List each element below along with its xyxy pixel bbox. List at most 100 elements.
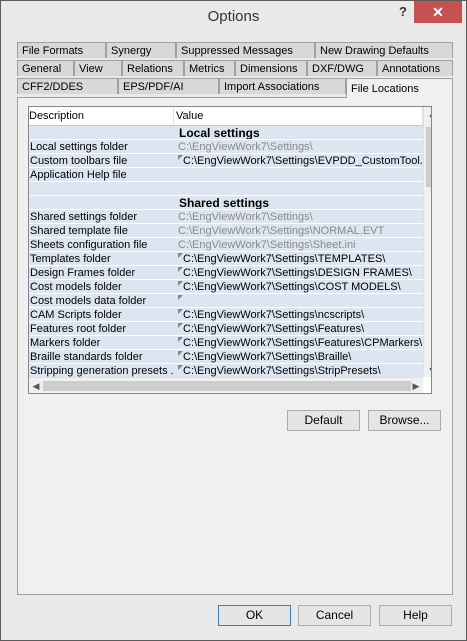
grid-cell-description: Features root folder <box>29 322 174 336</box>
grid-value-text: C:\EngViewWork7\Settings\ <box>178 141 313 153</box>
tab-metrics[interactable]: Metrics <box>184 60 235 76</box>
horizontal-scrollbar[interactable]: ◀ ▶ <box>29 377 423 393</box>
vertical-scroll-thumb[interactable] <box>426 127 431 187</box>
grid-cell-description <box>29 182 174 196</box>
grid-cell-value[interactable] <box>174 168 423 182</box>
grid-cell-description: Templates folder <box>29 252 174 266</box>
grid-cell-value[interactable]: C:\EngViewWork7\Settings\DESIGN FRAMES\ <box>174 266 423 280</box>
tab-annotations[interactable]: Annotations <box>377 60 453 76</box>
grid-row[interactable]: Shared settings folder C:\EngViewWork7\Se… <box>29 210 423 224</box>
tab-dxf-dwg[interactable]: DXF/DWG <box>307 60 377 76</box>
grid-row[interactable]: Braille standards folder C:\EngViewWork7\… <box>29 350 423 364</box>
tab-eps-pdf-ai[interactable]: EPS/PDF/AI <box>118 78 219 94</box>
tab-synergy[interactable]: Synergy <box>106 42 176 58</box>
help-question-icon[interactable]: ? <box>395 4 411 24</box>
tab-file-locations[interactable]: File Locations <box>346 78 453 98</box>
grid-row[interactable]: Markers folder C:\EngViewWork7\Settings\F… <box>29 336 423 350</box>
grid-row[interactable]: Cost models folder C:\EngViewWork7\Settin… <box>29 280 423 294</box>
close-icon[interactable]: ✕ <box>414 1 462 23</box>
tab-file-formats[interactable]: File Formats <box>17 42 106 58</box>
grid-cell-value[interactable]: C:\EngViewWork7\Settings\StripPresets\ <box>174 364 423 378</box>
grid-row[interactable]: Cost models data folder <box>29 294 423 308</box>
vertical-scrollbar[interactable]: ▲ ▼ <box>423 107 431 377</box>
grid-row[interactable]: Features root folder C:\EngViewWork7\Sett… <box>29 322 423 336</box>
tab-suppressed-messages[interactable]: Suppressed Messages <box>176 42 315 58</box>
section-title: Shared settings <box>179 196 270 210</box>
grid-row[interactable]: Application Help file <box>29 168 423 182</box>
section-title: Local settings <box>179 126 260 140</box>
grid-cell-value[interactable]: C:\EngViewWork7\Settings\ncscripts\ <box>174 308 423 322</box>
grid-cell-value[interactable]: C:\EngViewWork7\Settings\NORMAL.EVT <box>174 224 423 238</box>
grid-header: Description Value <box>29 107 423 126</box>
grid-value-text: C:\EngViewWork7\Settings\EVPDD_CustomToo… <box>183 155 423 167</box>
column-value[interactable]: Value <box>174 107 423 125</box>
grid-row[interactable]: Templates folder C:\EngViewWork7\Settings… <box>29 252 423 266</box>
grid-row[interactable]: Custom toolbars file C:\EngViewWork7\Sett… <box>29 154 423 168</box>
horizontal-scroll-thumb[interactable] <box>43 381 411 391</box>
grid-cell-description: Shared template file <box>29 224 174 238</box>
grid-cell-value[interactable]: C:\EngViewWork7\Settings\Sheet.ini <box>174 238 423 252</box>
tab-dimensions[interactable]: Dimensions <box>235 60 307 76</box>
grid-cell-value[interactable]: C:\EngViewWork7\Settings\COST MODELS\ <box>174 280 423 294</box>
grid-row[interactable]: Stripping generation presets ... C:\EngVi… <box>29 364 423 378</box>
grid-row[interactable] <box>29 182 423 196</box>
scroll-right-icon[interactable]: ▶ <box>409 378 423 393</box>
help-button[interactable]: Help <box>379 605 452 626</box>
grid-cell-description: Sheets configuration file <box>29 238 174 252</box>
tab-general[interactable]: General <box>17 60 74 76</box>
grid-cell-description: Stripping generation presets ... <box>29 364 174 378</box>
file-locations-grid: Description Value Local settings Local se… <box>28 106 432 394</box>
tab-import-associations[interactable]: Import Associations <box>219 78 346 94</box>
section-header: Local settings <box>174 126 423 140</box>
grid-row[interactable]: Shared template file C:\EngViewWork7\Sett… <box>29 224 423 238</box>
grid-cell-description: Application Help file <box>29 168 174 182</box>
grid-value-text: C:\EngViewWork7\Settings\Features\ <box>183 323 365 335</box>
grid-value-text: C:\EngViewWork7\Settings\Features\CPMark… <box>183 337 423 349</box>
grid-section-row: Local settings <box>29 126 423 140</box>
grid-cell-value[interactable]: C:\EngViewWork7\Settings\EVPDD_CustomToo… <box>174 154 423 168</box>
grid-cell-value[interactable]: C:\EngViewWork7\Settings\ <box>174 210 423 224</box>
grid-row[interactable]: Local settings folder C:\EngViewWork7\Set… <box>29 140 423 154</box>
cancel-button[interactable]: Cancel <box>298 605 371 626</box>
ok-button[interactable]: OK <box>218 605 291 626</box>
scroll-down-icon[interactable]: ▼ <box>424 363 431 377</box>
grid-cell-value[interactable]: C:\EngViewWork7\Settings\TEMPLATES\ <box>174 252 423 266</box>
column-description[interactable]: Description <box>29 107 174 125</box>
grid-value-text: C:\EngViewWork7\Settings\Sheet.ini <box>178 239 356 251</box>
grid-cell-description: Cost models folder <box>29 280 174 294</box>
tab-relations[interactable]: Relations <box>122 60 184 76</box>
tab-view[interactable]: View <box>74 60 122 76</box>
grid-cell-value[interactable]: C:\EngViewWork7\Settings\Features\CPMark… <box>174 336 423 350</box>
grid-value-text: C:\EngViewWork7\Settings\Braille\ <box>183 351 352 363</box>
grid-cell-description: Local settings folder <box>29 140 174 154</box>
grid-cell-description: Cost models data folder <box>29 294 174 308</box>
grid-cell-value[interactable]: C:\EngViewWork7\Settings\Braille\ <box>174 350 423 364</box>
grid-row[interactable]: Sheets configuration file C:\EngViewWork7… <box>29 238 423 252</box>
grid-cell-value[interactable]: C:\EngViewWork7\Settings\Features\ <box>174 322 423 336</box>
grid-value-text: C:\EngViewWork7\Settings\TEMPLATES\ <box>183 253 386 265</box>
tab-new-drawing-defaults[interactable]: New Drawing Defaults <box>315 42 453 58</box>
grid-value-text: C:\EngViewWork7\Settings\DESIGN FRAMES\ <box>183 267 412 279</box>
scroll-up-icon[interactable]: ▲ <box>424 107 431 121</box>
grid-value-text: C:\EngViewWork7\Settings\ <box>178 211 313 223</box>
grid-cell-description: Design Frames folder <box>29 266 174 280</box>
grid-value-text: C:\EngViewWork7\Settings\COST MODELS\ <box>183 281 401 293</box>
grid-row[interactable]: CAM Scripts folder C:\EngViewWork7\Settin… <box>29 308 423 322</box>
grid-cell-value[interactable] <box>174 294 423 308</box>
grid-section-row: Shared settings <box>29 196 423 210</box>
grid-row[interactable]: Design Frames folder C:\EngViewWork7\Sett… <box>29 266 423 280</box>
file-locations-panel: Description Value Local settings Local se… <box>17 97 453 595</box>
grid-cell-description <box>29 126 174 140</box>
grid-cell-value[interactable]: C:\EngViewWork7\Settings\ <box>174 140 423 154</box>
tab-cff2-ddes[interactable]: CFF2/DDES <box>17 78 118 94</box>
grid-value-text: C:\EngViewWork7\Settings\StripPresets\ <box>183 365 381 377</box>
default-button[interactable]: Default <box>287 410 360 431</box>
grid-cell-description: Shared settings folder <box>29 210 174 224</box>
grid-rows: Local settings Local settings folder C:\En… <box>29 126 423 378</box>
grid-cell-value[interactable] <box>174 182 423 196</box>
grid-cell-description: Markers folder <box>29 336 174 350</box>
title-bar: Options ? ✕ <box>1 1 466 31</box>
browse-button[interactable]: Browse... <box>368 410 441 431</box>
scroll-left-icon[interactable]: ◀ <box>29 378 43 393</box>
options-dialog: Options ? ✕ File Formats Synergy Suppres… <box>0 0 467 641</box>
